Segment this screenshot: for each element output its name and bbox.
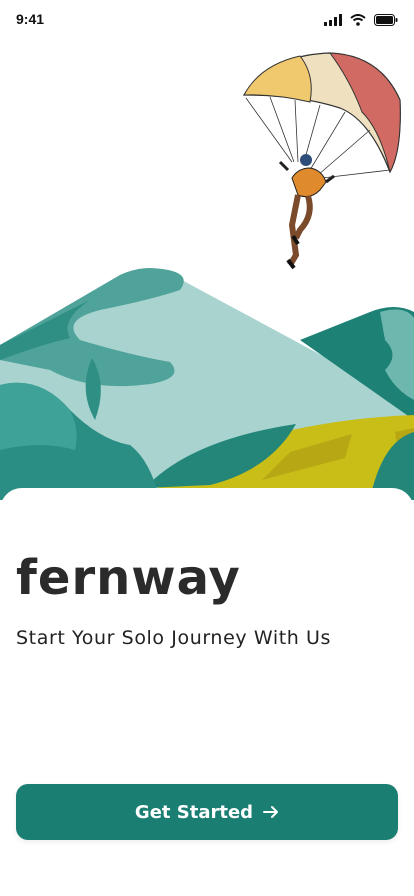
cellular-signal-icon <box>324 14 342 26</box>
hero-illustration <box>0 0 414 500</box>
get-started-button[interactable]: Get Started <box>16 784 398 840</box>
battery-icon <box>374 14 398 26</box>
wifi-icon <box>350 14 366 26</box>
brand-name: fernway <box>16 550 241 606</box>
paraglider-icon <box>242 52 401 270</box>
status-time: 9:41 <box>16 11 45 27</box>
status-bar: 9:41 <box>0 0 414 40</box>
get-started-label: Get Started <box>134 801 254 823</box>
tagline: Start Your Solo Journey With Us <box>16 627 332 649</box>
arrow-right-icon <box>263 805 279 819</box>
status-icons <box>324 12 398 28</box>
